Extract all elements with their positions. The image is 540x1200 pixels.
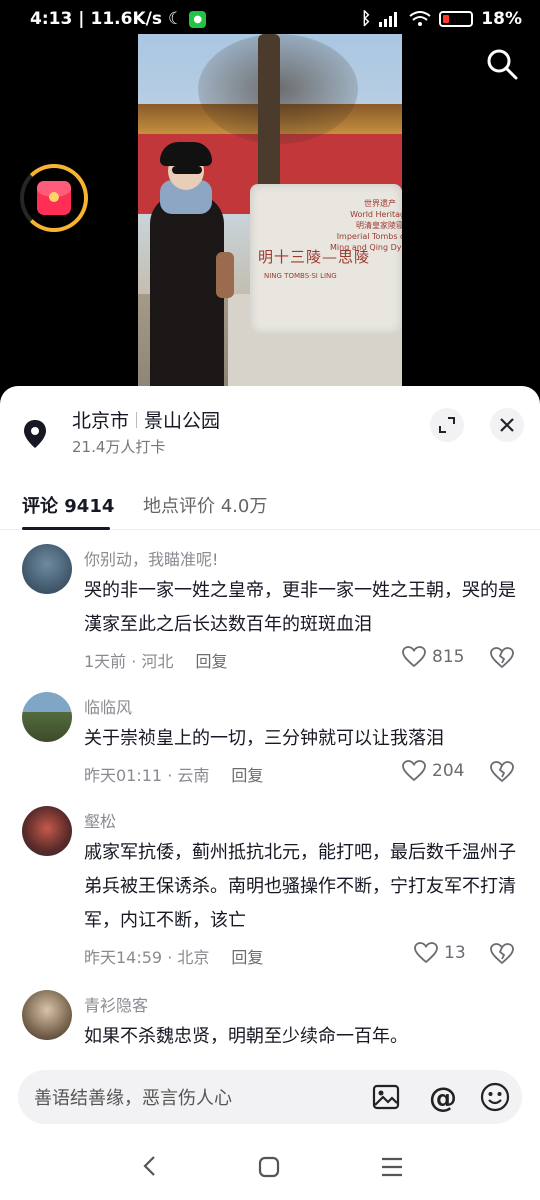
tab-indicator <box>22 527 110 530</box>
checkin-count: 21.4万人打卡 <box>72 438 166 456</box>
comment-time-location: 1天前 · 河北 <box>84 652 174 671</box>
reply-button[interactable]: 回复 <box>195 648 227 672</box>
broken-heart-icon[interactable] <box>490 942 514 966</box>
like-count: 815 <box>432 647 465 667</box>
bluetooth-icon: ᛒ <box>361 9 372 29</box>
mention-at-icon[interactable]: @ <box>426 1080 460 1114</box>
like-button[interactable]: 13 <box>414 942 466 964</box>
tab-place-reviews[interactable]: 地点评价 4.0万 <box>143 480 267 530</box>
network-speed: 11.6K/s <box>90 9 162 29</box>
comment-text: 如果不杀魏忠贤，明朝至少续命一百年。 <box>84 1026 408 1047</box>
image-icon[interactable] <box>372 1083 400 1111</box>
reply-button[interactable]: 回复 <box>231 944 263 968</box>
comment-text: 哭的非一家一姓之皇帝，更非一家一姓之王朝，哭的是漢家至此之后长达数百年的斑斑血泪 <box>84 580 516 635</box>
broken-heart-icon[interactable] <box>490 646 514 670</box>
comment-username[interactable]: 青衫隐客 <box>84 992 148 1016</box>
avatar[interactable] <box>22 990 72 1040</box>
tab-bar: 评论 9414 地点评价 4.0万 <box>0 480 540 530</box>
heart-icon <box>402 760 426 782</box>
comment-input-bar[interactable]: 善语结善缘，恶言伤人心 @ <box>18 1070 522 1124</box>
like-button[interactable]: 204 <box>402 760 464 782</box>
comment-username[interactable]: 壑松 <box>84 808 116 832</box>
status-bar: 4:13 | 11.6K/s ☾ ● ᛒ 18% <box>0 0 540 38</box>
comment-username[interactable]: 你别动，我瞄准呢! <box>84 546 218 570</box>
red-packet-button[interactable] <box>20 164 88 232</box>
like-button[interactable]: 815 <box>402 646 464 668</box>
avatar[interactable] <box>22 806 72 856</box>
status-divider: | <box>78 9 85 29</box>
comment-meta: 昨天01:11 · 云南 回复 <box>84 762 263 786</box>
expand-icon <box>439 417 455 433</box>
comment-time-location: 昨天01:11 · 云南 <box>84 766 210 785</box>
back-icon[interactable] <box>138 1154 162 1178</box>
location-title: 北京市 景山公园 <box>72 406 220 433</box>
like-count: 13 <box>444 943 466 963</box>
comment-meta: 1天前 · 河北 回复 <box>84 648 227 672</box>
emoji-icon[interactable] <box>480 1082 510 1112</box>
close-icon <box>500 418 514 432</box>
person-figure <box>142 142 234 394</box>
tab-comments[interactable]: 评论 9414 <box>22 480 114 530</box>
comment-text: 关于崇祯皇上的一切，三分钟就可以让我落泪 <box>84 728 444 749</box>
search-icon[interactable] <box>484 46 520 82</box>
avatar[interactable] <box>22 544 72 594</box>
moon-icon: ☾ <box>167 9 184 29</box>
location-header[interactable]: 北京市 景山公园 21.4万人打卡 <box>22 404 524 464</box>
battery-icon <box>439 11 474 27</box>
expand-button[interactable] <box>430 408 464 442</box>
battery-percent: 18% <box>481 9 522 29</box>
heart-icon <box>414 942 438 964</box>
comment-username[interactable]: 临临风 <box>84 694 132 718</box>
menu-icon[interactable] <box>380 1156 404 1178</box>
signal-icon <box>379 12 398 27</box>
stele-title: 明十三陵—思陵 <box>258 248 371 266</box>
like-count: 204 <box>432 761 465 781</box>
reply-button[interactable]: 回复 <box>231 762 263 786</box>
comment-meta: 昨天14:59 · 北京 回复 <box>84 944 263 968</box>
status-time: 4:13 <box>30 9 73 29</box>
location-city: 北京市 <box>72 410 130 432</box>
comment-time-location: 昨天14:59 · 北京 <box>84 948 210 967</box>
heart-icon <box>402 646 426 668</box>
video-player[interactable]: 世界遗产 World Heritage 明清皇家陵寝 Imperial Tomb… <box>138 34 402 394</box>
stele-subtitle: NING TOMBS·SI LING <box>264 272 337 280</box>
stone-stele: 世界遗产 World Heritage 明清皇家陵寝 Imperial Tomb… <box>250 184 402 334</box>
comment-text: 戚家军抗倭，蓟州抵抗北元，能打吧，最后数千温州子弟兵被王保诱杀。南明也骚操作不断… <box>84 842 516 931</box>
broken-heart-icon[interactable] <box>490 760 514 784</box>
location-place: 景山公园 <box>144 410 221 432</box>
home-icon[interactable] <box>258 1156 280 1178</box>
wifi-icon <box>409 11 431 26</box>
location-pin-icon <box>24 420 46 448</box>
wechat-notification-icon: ● <box>189 10 207 28</box>
close-button[interactable] <box>490 408 524 442</box>
avatar[interactable] <box>22 692 72 742</box>
system-nav-bar <box>0 1140 540 1200</box>
stele-small-text: 世界遗产 World Heritage 明清皇家陵寝 Imperial Tomb… <box>330 199 402 252</box>
comment-input[interactable]: 善语结善缘，恶言伤人心 <box>34 1070 232 1124</box>
